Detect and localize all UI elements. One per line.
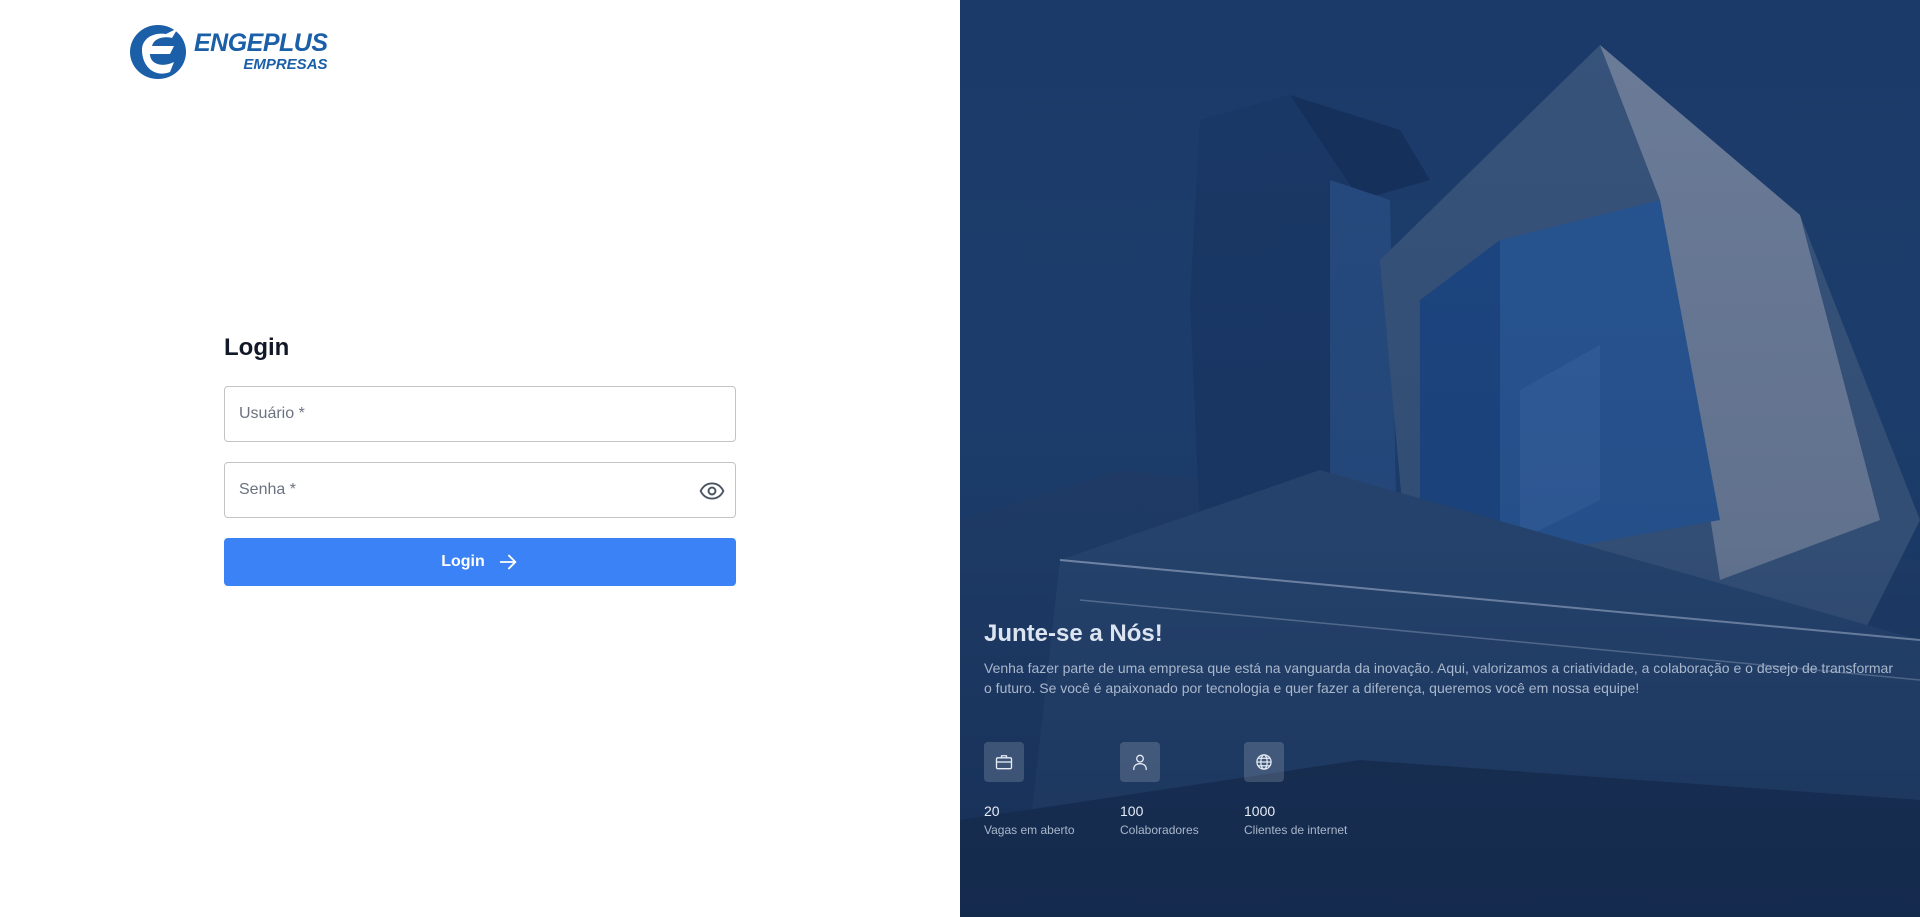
promo-description: Venha fazer parte de uma empresa que est… xyxy=(984,660,1894,696)
stat-label: Colaboradores xyxy=(1120,823,1199,837)
login-form: Login Login xyxy=(224,332,736,586)
globe-icon xyxy=(1244,742,1284,782)
stat-value: 1000 xyxy=(1244,803,1276,819)
stat-label: Vagas em aberto xyxy=(984,823,1075,837)
password-field xyxy=(224,462,736,518)
company-logo: ENGEPLUS EMPRESAS xyxy=(128,18,333,84)
stat-value: 20 xyxy=(984,803,1000,819)
arrow-right-icon xyxy=(499,554,517,570)
engeplus-logo-icon xyxy=(130,25,186,79)
password-input[interactable] xyxy=(225,463,735,517)
page-title: Login xyxy=(224,334,290,361)
stat-employees: 100 Colaboradores xyxy=(1120,742,1244,838)
login-button-label: Login xyxy=(441,553,485,570)
login-panel: ENGEPLUS EMPRESAS Login Login xyxy=(0,0,960,917)
show-password-icon[interactable] xyxy=(698,477,726,505)
stat-open-jobs: 20 Vagas em aberto xyxy=(984,742,1120,838)
logo-sub-text: EMPRESAS xyxy=(243,55,328,73)
login-button[interactable]: Login xyxy=(224,538,736,586)
briefcase-icon xyxy=(984,742,1024,782)
username-input[interactable] xyxy=(225,387,735,441)
username-field xyxy=(224,386,736,442)
promo-info: Junte-se a Nós! Venha fazer parte de uma… xyxy=(984,618,1896,698)
stats-row: 20 Vagas em aberto 100 Colaboradores 100… xyxy=(984,742,1404,838)
stat-internet-clients: 1000 Clientes de internet xyxy=(1244,742,1404,838)
stat-label: Clientes de internet xyxy=(1244,823,1348,837)
promo-title: Junte-se a Nós! xyxy=(984,620,1163,647)
stat-value: 100 xyxy=(1120,803,1144,819)
logo-brand-text: ENGEPLUS xyxy=(194,28,328,57)
user-icon xyxy=(1120,742,1160,782)
promo-panel: Junte-se a Nós! Venha fazer parte de uma… xyxy=(960,0,1920,917)
